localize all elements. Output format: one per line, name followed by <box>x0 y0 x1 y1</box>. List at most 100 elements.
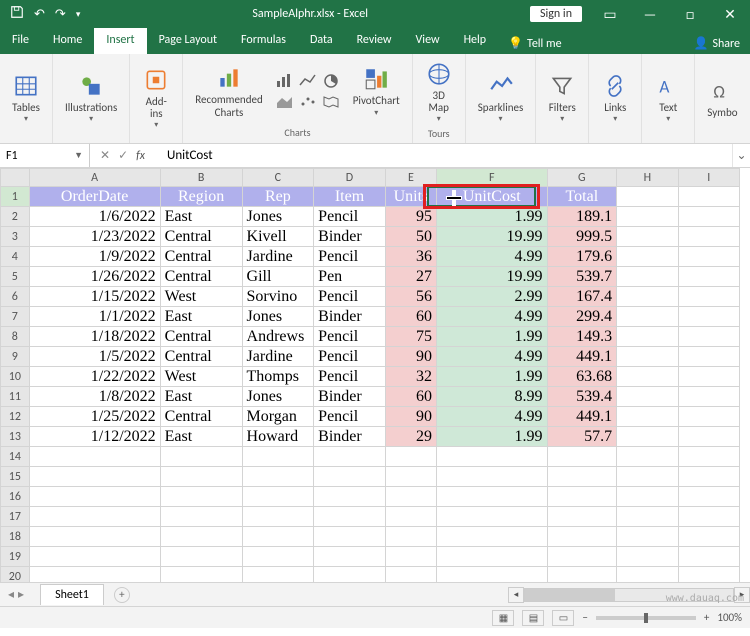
cell-H18[interactable] <box>617 527 678 547</box>
cell-A13[interactable]: 1/12/2022 <box>29 427 160 447</box>
cell-B17[interactable] <box>160 507 242 527</box>
sheet-nav[interactable]: ◂ ▸ <box>0 587 32 602</box>
cell-C15[interactable] <box>242 467 314 487</box>
row-header-20[interactable]: 20 <box>1 567 30 583</box>
cell-H1[interactable] <box>617 187 678 207</box>
cell-G2[interactable]: 189.1 <box>547 207 617 227</box>
cell-H19[interactable] <box>617 547 678 567</box>
cell-D15[interactable] <box>314 467 386 487</box>
row-header-1[interactable]: 1 <box>1 187 30 207</box>
cell-H11[interactable] <box>617 387 678 407</box>
cell-D2[interactable]: Pencil <box>314 207 386 227</box>
cell-G18[interactable] <box>547 527 617 547</box>
cell-D13[interactable]: Binder <box>314 427 386 447</box>
cell-C1[interactable]: Rep <box>242 187 314 207</box>
cell-F18[interactable] <box>436 527 547 547</box>
cell-A8[interactable]: 1/18/2022 <box>29 327 160 347</box>
add-sheet-button[interactable]: + <box>114 587 130 603</box>
cell-H14[interactable] <box>617 447 678 467</box>
cell-D20[interactable] <box>314 567 386 583</box>
cell-B5[interactable]: Central <box>160 267 242 287</box>
pie-chart-icon[interactable] <box>321 72 341 90</box>
zoom-level[interactable]: 100% <box>717 611 742 624</box>
cell-E17[interactable] <box>385 507 436 527</box>
cell-E2[interactable]: 95 <box>385 207 436 227</box>
row-header-2[interactable]: 2 <box>1 207 30 227</box>
cell-G14[interactable] <box>547 447 617 467</box>
cell-B4[interactable]: Central <box>160 247 242 267</box>
cell-B11[interactable]: East <box>160 387 242 407</box>
cell-H5[interactable] <box>617 267 678 287</box>
cell-G8[interactable]: 149.3 <box>547 327 617 347</box>
nav-prev-icon[interactable]: ◂ <box>8 587 14 602</box>
addins-button[interactable]: Add- ins ▾ <box>138 64 174 132</box>
cell-A11[interactable]: 1/8/2022 <box>29 387 160 407</box>
cell-H15[interactable] <box>617 467 678 487</box>
cell-I3[interactable] <box>678 227 739 247</box>
row-header-10[interactable]: 10 <box>1 367 30 387</box>
cell-E14[interactable] <box>385 447 436 467</box>
cell-B15[interactable] <box>160 467 242 487</box>
sheet-tab[interactable]: Sheet1 <box>40 584 104 605</box>
cell-D18[interactable] <box>314 527 386 547</box>
minimize-icon[interactable]: — <box>630 6 670 23</box>
cell-H4[interactable] <box>617 247 678 267</box>
cell-C2[interactable]: Jones <box>242 207 314 227</box>
cell-H2[interactable] <box>617 207 678 227</box>
cell-E9[interactable]: 90 <box>385 347 436 367</box>
cell-G6[interactable]: 167.4 <box>547 287 617 307</box>
cell-I10[interactable] <box>678 367 739 387</box>
row-header-4[interactable]: 4 <box>1 247 30 267</box>
cell-B2[interactable]: East <box>160 207 242 227</box>
cell-C10[interactable]: Thomps <box>242 367 314 387</box>
formula-input[interactable] <box>161 144 732 167</box>
row-header-17[interactable]: 17 <box>1 507 30 527</box>
cell-A5[interactable]: 1/26/2022 <box>29 267 160 287</box>
row-header-12[interactable]: 12 <box>1 407 30 427</box>
cell-E1[interactable]: Units <box>385 187 436 207</box>
zoom-in-icon[interactable]: + <box>704 611 709 624</box>
cell-A16[interactable] <box>29 487 160 507</box>
cell-B13[interactable]: East <box>160 427 242 447</box>
save-icon[interactable] <box>10 5 24 23</box>
cell-D3[interactable]: Binder <box>314 227 386 247</box>
cell-I19[interactable] <box>678 547 739 567</box>
tab-data[interactable]: Data <box>298 28 345 54</box>
cell-F20[interactable] <box>436 567 547 583</box>
cell-I4[interactable] <box>678 247 739 267</box>
cell-B1[interactable]: Region <box>160 187 242 207</box>
cell-B12[interactable]: Central <box>160 407 242 427</box>
row-header-5[interactable]: 5 <box>1 267 30 287</box>
cell-C12[interactable]: Morgan <box>242 407 314 427</box>
cell-G19[interactable] <box>547 547 617 567</box>
select-all[interactable] <box>1 169 30 187</box>
cell-C4[interactable]: Jardine <box>242 247 314 267</box>
text-button[interactable]: A Text ▾ <box>650 70 686 126</box>
recommended-charts-button[interactable]: Recommended Charts <box>191 62 266 120</box>
cell-E12[interactable]: 90 <box>385 407 436 427</box>
cell-C3[interactable]: Kivell <box>242 227 314 247</box>
cell-A18[interactable] <box>29 527 160 547</box>
cell-A4[interactable]: 1/9/2022 <box>29 247 160 267</box>
cell-H9[interactable] <box>617 347 678 367</box>
cell-B8[interactable]: Central <box>160 327 242 347</box>
row-header-14[interactable]: 14 <box>1 447 30 467</box>
row-header-13[interactable]: 13 <box>1 427 30 447</box>
cell-E19[interactable] <box>385 547 436 567</box>
cell-G17[interactable] <box>547 507 617 527</box>
cell-F16[interactable] <box>436 487 547 507</box>
cell-C16[interactable] <box>242 487 314 507</box>
tab-review[interactable]: Review <box>345 28 404 54</box>
undo-icon[interactable]: ↶ <box>34 7 45 22</box>
cell-B7[interactable]: East <box>160 307 242 327</box>
cell-D19[interactable] <box>314 547 386 567</box>
cell-A20[interactable] <box>29 567 160 583</box>
cell-H12[interactable] <box>617 407 678 427</box>
cell-C17[interactable] <box>242 507 314 527</box>
cell-A10[interactable]: 1/22/2022 <box>29 367 160 387</box>
share-button[interactable]: 👤 Share <box>683 28 750 54</box>
col-header-D[interactable]: D <box>314 169 386 187</box>
cancel-icon[interactable]: ✕ <box>100 148 110 163</box>
cell-I14[interactable] <box>678 447 739 467</box>
tab-insert[interactable]: Insert <box>94 28 146 54</box>
